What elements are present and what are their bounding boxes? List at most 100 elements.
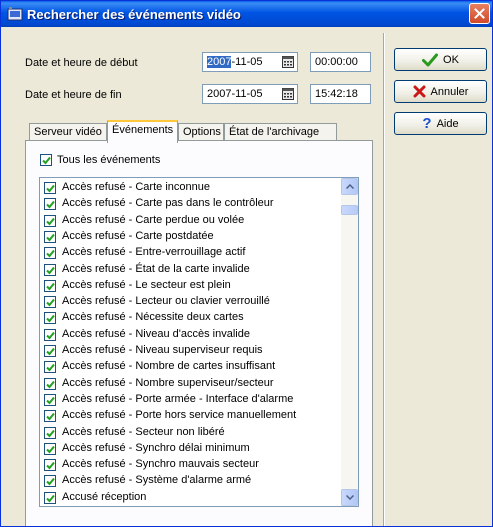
check-icon [46, 413, 55, 421]
vertical-scrollbar[interactable] [341, 178, 358, 506]
check-icon [46, 494, 55, 503]
event-checkbox[interactable] [44, 247, 56, 260]
list-item[interactable]: Accès refusé - Nombre de cartes insuffis… [44, 359, 334, 375]
event-label: Accès refusé - Carte pas dans le contrôl… [62, 197, 274, 210]
event-checkbox[interactable] [44, 279, 56, 292]
list-item[interactable]: Accès refusé - Carte perdue ou volée [44, 213, 334, 229]
tab-label: Événements [112, 124, 174, 136]
list-item[interactable]: Accès refusé - État de la carte invalide [44, 262, 334, 278]
check-icon [46, 429, 55, 437]
list-item[interactable]: Accès refusé - Synchro mauvais secteur [44, 457, 334, 473]
close-button[interactable] [469, 3, 490, 24]
event-label: Accès refusé - Le secteur est plein [62, 278, 231, 291]
tab-etat-archivage[interactable]: État de l'archivage [224, 123, 337, 141]
x-mark-icon [413, 85, 426, 98]
check-icon [46, 478, 55, 486]
start-date-selected: 2007 [207, 56, 232, 68]
event-label: Accès refusé - Nombre superviseur/secteu… [62, 376, 274, 389]
scroll-up-button[interactable] [341, 178, 358, 195]
event-checkbox[interactable] [44, 475, 56, 488]
list-item[interactable]: Accès refusé - Le secteur est plein [44, 278, 334, 294]
list-item[interactable]: Accès refusé - Porte armée - Interface d… [44, 392, 334, 408]
event-label: Accès refusé - Synchro mauvais secteur [62, 458, 259, 471]
all-events-checkbox[interactable] [40, 154, 52, 166]
tab-options[interactable]: Options [178, 123, 224, 141]
event-label: Accès refusé - Carte perdue ou volée [62, 213, 245, 226]
check-icon [46, 380, 55, 389]
cancel-button[interactable]: Annuler [394, 80, 487, 103]
start-time-field[interactable]: 00:00:00 [310, 52, 371, 72]
tab-label: Serveur vidéo [34, 126, 102, 138]
end-date-value: 2007-11-05 [207, 88, 263, 100]
event-label: Accès refusé - Entre-verrouillage actif [62, 246, 246, 259]
check-icon [46, 347, 55, 356]
scroll-thumb[interactable] [341, 205, 358, 215]
event-checkbox[interactable] [44, 182, 56, 194]
list-item[interactable]: Accès refusé - Nombre superviseur/secteu… [44, 376, 334, 392]
end-date-field[interactable]: 2007-11-05 [202, 84, 298, 104]
event-checkbox[interactable] [44, 263, 56, 276]
tab-serveur-video[interactable]: Serveur vidéo [29, 123, 107, 141]
event-checkbox[interactable] [44, 361, 56, 374]
check-icon [46, 184, 55, 193]
list-item[interactable]: Accès refusé - Entre-verrouillage actif [44, 245, 334, 261]
events-list[interactable]: Accès refusé - Carte inconnue Accès refus… [39, 177, 359, 507]
check-icon [46, 461, 55, 470]
event-checkbox[interactable] [44, 312, 56, 325]
tab-evenements[interactable]: Événements [107, 120, 178, 143]
event-label: Accès refusé - Niveau d'accès invalide [62, 327, 250, 340]
start-date-field[interactable]: 2007-11-05 [202, 52, 298, 72]
event-checkbox[interactable] [44, 377, 56, 390]
event-checkbox[interactable] [44, 426, 56, 439]
list-item[interactable]: Accès refusé - Niveau d'accès invalide [44, 327, 334, 343]
event-label: Accès refusé - Carte inconnue [62, 181, 210, 193]
list-item[interactable]: Accès refusé - Synchro délai minimum [44, 441, 334, 457]
dialog-window: Rechercher des événements vidéo Date et … [0, 0, 493, 527]
event-checkbox[interactable] [44, 198, 56, 211]
vertical-separator [383, 33, 385, 526]
start-date-rest: -11-05 [231, 56, 263, 68]
close-icon [474, 8, 485, 19]
check-icon [46, 217, 55, 226]
event-checkbox[interactable] [44, 410, 56, 423]
event-label: Accès refusé - Lecteur ou clavier verrou… [62, 295, 270, 308]
check-icon [46, 298, 55, 307]
check-icon [46, 364, 55, 372]
event-label: Accès refusé - Système d'alarme armé [62, 474, 252, 487]
calendar-icon[interactable] [282, 88, 294, 100]
all-events-label: Tous les événements [57, 154, 161, 166]
list-item[interactable]: Accusé réception [44, 490, 334, 506]
cancel-label: Annuler [430, 85, 469, 98]
event-checkbox[interactable] [44, 393, 56, 406]
check-icon [46, 233, 55, 242]
calendar-icon[interactable] [282, 56, 294, 68]
list-item[interactable]: Accès refusé - Porte hors service manuel… [44, 408, 334, 424]
ok-button[interactable]: OK [394, 48, 487, 71]
title-bar[interactable]: Rechercher des événements vidéo [1, 1, 492, 27]
check-icon [46, 201, 55, 209]
list-item[interactable]: Accès refusé - Système d'alarme armé [44, 473, 334, 489]
list-item[interactable]: Accès refusé - Carte pas dans le contrôl… [44, 196, 334, 212]
end-time-field[interactable]: 15:42:18 [310, 84, 371, 104]
event-label: Accusé réception [62, 490, 147, 503]
event-checkbox[interactable] [44, 345, 56, 357]
list-item[interactable]: Accès refusé - Secteur non libéré [44, 425, 334, 441]
list-item[interactable]: Accès refusé - Carte inconnue [44, 180, 334, 196]
list-item[interactable]: Accès refusé - Nécessite deux cartes [44, 310, 334, 326]
list-item[interactable]: Accès refusé - Carte postdatée [44, 229, 334, 245]
scroll-down-button[interactable] [341, 489, 358, 506]
tab-label: État de l'archivage [229, 126, 320, 138]
event-checkbox[interactable] [44, 328, 56, 341]
event-checkbox[interactable] [44, 491, 56, 504]
app-icon [7, 6, 23, 22]
list-item[interactable]: Accès refusé - Niveau superviseur requis [44, 343, 334, 359]
event-checkbox[interactable] [44, 459, 56, 472]
event-checkbox[interactable] [44, 296, 56, 309]
check-icon [46, 396, 55, 405]
list-item[interactable]: Accès refusé - Lecteur ou clavier verrou… [44, 294, 334, 310]
help-button[interactable]: ? Aide [394, 112, 487, 135]
event-checkbox[interactable] [44, 442, 56, 455]
window-title: Rechercher des événements vidéo [27, 6, 241, 22]
event-checkbox[interactable] [44, 230, 56, 243]
event-checkbox[interactable] [44, 214, 56, 227]
